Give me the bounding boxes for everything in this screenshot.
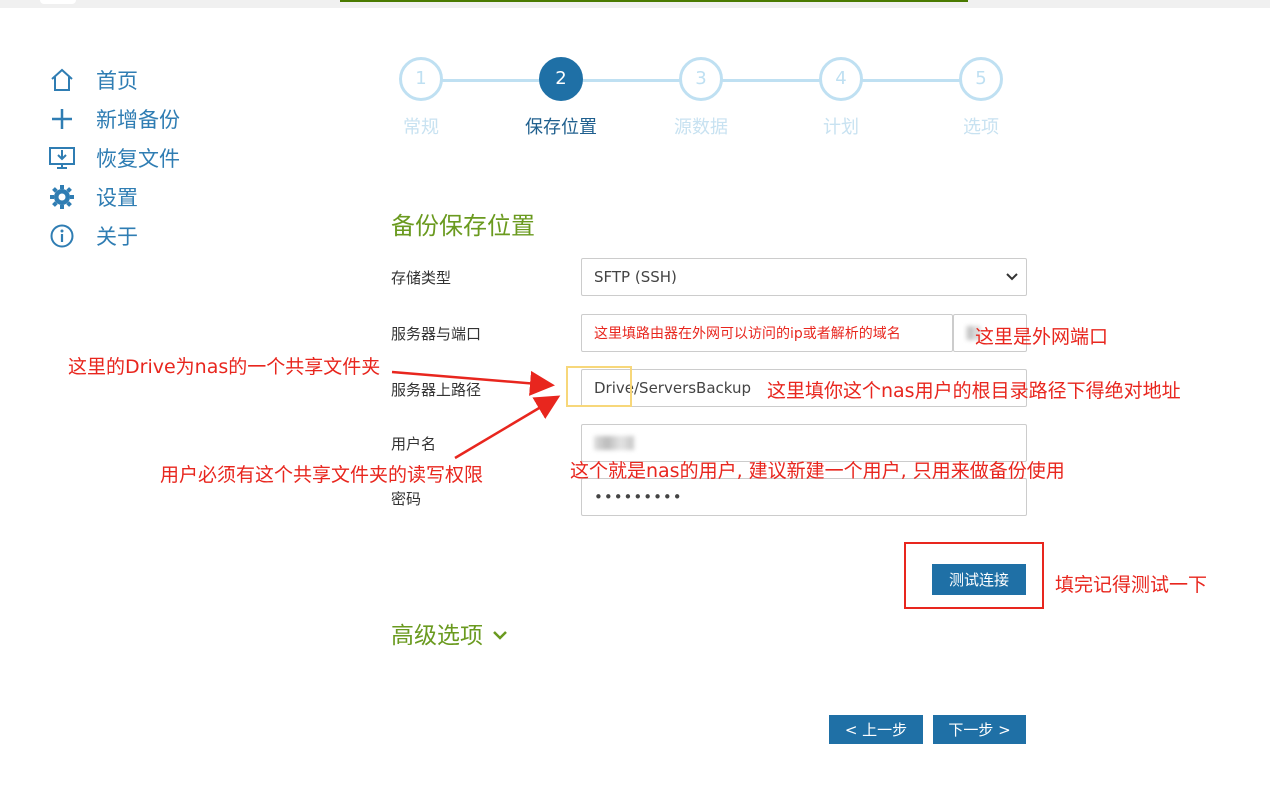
annotation-port: 这里是外网端口 xyxy=(975,326,1109,348)
step-save-location[interactable]: 2 保存位置 xyxy=(521,57,601,139)
plus-icon xyxy=(48,105,76,133)
chevron-down-icon xyxy=(493,620,507,646)
step-options[interactable]: 5 选项 xyxy=(941,57,1021,139)
password-label: 密码 xyxy=(391,490,422,508)
section-title: 备份保存位置 xyxy=(391,212,535,240)
step-label: 源数据 xyxy=(674,117,728,138)
server-port-label: 服务器与端口 xyxy=(391,325,482,343)
sidebar-item-label: 设置 xyxy=(96,185,138,210)
server-host-input[interactable]: 这里填路由器在外网可以访问的ip或者解析的域名 xyxy=(581,314,953,352)
step-schedule[interactable]: 4 计划 xyxy=(801,57,881,139)
highlight-box-drive xyxy=(566,366,632,407)
advanced-options-toggle[interactable]: 高级选项 xyxy=(391,616,507,650)
monitor-download-icon xyxy=(48,144,76,172)
sidebar-item-label: 新增备份 xyxy=(96,107,180,132)
sidebar-item-about[interactable]: 关于 xyxy=(48,216,268,255)
step-general[interactable]: 1 常规 xyxy=(381,57,461,139)
next-step-button[interactable]: 下一步 > xyxy=(933,715,1026,744)
wizard-stepper: 1 常规 2 保存位置 3 源数据 4 计划 5 选项 xyxy=(380,57,1020,147)
step-number: 4 xyxy=(819,57,863,101)
arrow-permission xyxy=(454,395,561,460)
tab-corner xyxy=(40,0,76,4)
sidebar-item-restore[interactable]: 恢复文件 xyxy=(48,138,268,177)
step-label: 选项 xyxy=(963,117,999,138)
step-source-data[interactable]: 3 源数据 xyxy=(661,57,741,139)
sidebar-item-add-backup[interactable]: 新增备份 xyxy=(48,99,268,138)
prev-step-button[interactable]: < 上一步 xyxy=(829,715,923,744)
server-host-value: 这里填路由器在外网可以访问的ip或者解析的域名 xyxy=(594,326,901,342)
step-label: 常规 xyxy=(403,117,439,138)
storage-type-select[interactable]: SFTP (SSH) xyxy=(581,258,1027,296)
active-tab-indicator xyxy=(340,0,968,2)
password-input[interactable]: ••••••••• xyxy=(581,478,1027,516)
username-label: 用户名 xyxy=(391,435,437,453)
highlight-box-test xyxy=(904,542,1044,609)
step-number: 1 xyxy=(399,57,443,101)
annotation-user: 这个就是nas的用户, 建议新建一个用户, 只用来做备份使用 xyxy=(570,460,1065,482)
password-value: ••••••••• xyxy=(594,488,683,506)
step-number: 2 xyxy=(539,57,583,101)
advanced-options-label: 高级选项 xyxy=(391,623,483,649)
sidebar: 首页 新增备份 恢复文件 设置 关于 xyxy=(48,60,268,255)
sidebar-item-label: 恢复文件 xyxy=(96,146,180,171)
gear-icon xyxy=(48,183,76,211)
step-label: 保存位置 xyxy=(525,117,597,138)
home-icon xyxy=(48,66,76,94)
annotation-test: 填完记得测试一下 xyxy=(1055,574,1208,596)
info-icon xyxy=(48,222,76,250)
step-number: 5 xyxy=(959,57,1003,101)
step-number: 3 xyxy=(679,57,723,101)
storage-type-value: SFTP (SSH) xyxy=(594,268,677,286)
storage-type-label: 存储类型 xyxy=(391,269,452,287)
annotation-path: 这里填你这个nas用户的根目录路径下得绝对地址 xyxy=(767,380,1181,402)
browser-top-strip xyxy=(0,0,1270,8)
redacted-username xyxy=(594,436,634,450)
annotation-drive: 这里的Drive为nas的一个共享文件夹 xyxy=(68,356,381,378)
server-path-label: 服务器上路径 xyxy=(391,381,482,399)
sidebar-item-label: 关于 xyxy=(96,224,138,249)
sidebar-item-home[interactable]: 首页 xyxy=(48,60,268,99)
step-label: 计划 xyxy=(823,117,859,138)
sidebar-item-settings[interactable]: 设置 xyxy=(48,177,268,216)
sidebar-item-label: 首页 xyxy=(96,68,138,93)
chevron-down-icon xyxy=(1006,270,1018,284)
annotation-permission: 用户必须有这个共享文件夹的读写权限 xyxy=(160,464,484,486)
